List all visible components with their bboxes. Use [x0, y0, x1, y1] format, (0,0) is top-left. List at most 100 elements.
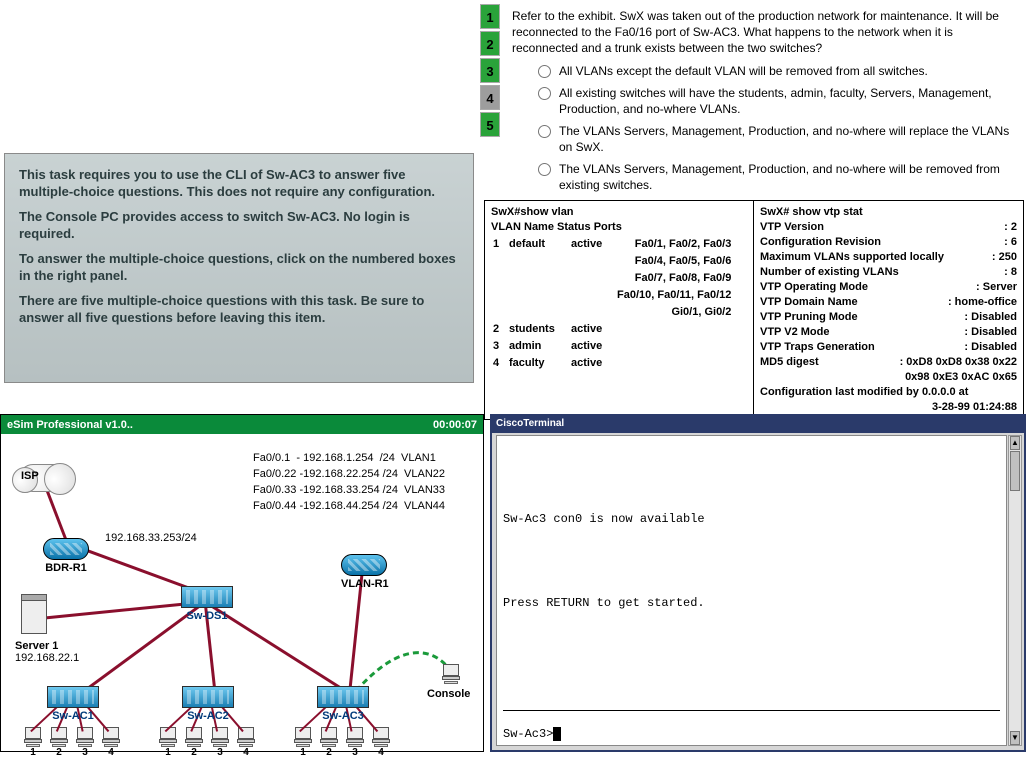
cli-right-cmd: SwX# show vtp stat [760, 206, 863, 218]
switch-icon [317, 686, 369, 708]
answer-options: All VLANs except the default VLAN will b… [532, 60, 1024, 196]
switch-ac3-label: Sw-AC3 [317, 710, 369, 722]
router-icon [43, 538, 89, 560]
host-pc[interactable]: 1 [158, 727, 178, 758]
host-pc[interactable]: 3 [345, 727, 365, 758]
router-icon [341, 554, 387, 576]
switch-ac1-label: Sw-AC1 [47, 710, 99, 722]
switch-ds1[interactable]: Sw-DS1 [181, 586, 233, 622]
switch-ac1[interactable]: Sw-AC1 [47, 686, 99, 722]
vtp-stat-row: VTP Traps Generation: Disabled [760, 340, 1017, 355]
question-panel: 1 2 3 4 5 Refer to the exhibit. SwX was … [480, 4, 1024, 196]
option-a-radio[interactable] [538, 65, 551, 78]
cli-right-footer2: 3-28-99 01:24:88 [932, 401, 1017, 413]
vtp-stat-row: VTP Pruning Mode: Disabled [760, 310, 1017, 325]
option-c-radio[interactable] [538, 125, 551, 138]
router-bdr[interactable]: BDR-R1 [43, 538, 89, 574]
question-tab-2[interactable]: 2 [480, 31, 500, 56]
switch-icon [182, 686, 234, 708]
switch-ac2[interactable]: Sw-AC2 [182, 686, 234, 722]
instruction-p1: This task requires you to use the CLI of… [19, 166, 459, 200]
network-topology: Fa0/0.1 - 192.168.1.254 /24 VLAN1 Fa0/0.… [1, 434, 483, 752]
host-pc[interactable]: 4 [236, 727, 256, 758]
host-pc[interactable]: 4 [371, 727, 391, 758]
ip-row-4: Fa0/0.44 -192.168.44.254 /24 VLAN44 [253, 498, 445, 514]
esim-title-text: eSim Professional v1.0.. [7, 419, 133, 431]
esim-panel: eSim Professional v1.0.. 00:00:07 [0, 414, 484, 752]
host-pc[interactable]: 3 [75, 727, 95, 758]
server-name-label: Server 1 [15, 640, 58, 652]
pc-label: 3 [210, 747, 230, 758]
ip-row-2: Fa0/0.22 -192.168.22.254 /24 VLAN22 [253, 466, 445, 482]
question-tab-1[interactable]: 1 [480, 4, 500, 29]
vlan-row: Fa0/10, Fa0/11, Fa0/12 [493, 288, 737, 303]
host-pc[interactable]: 4 [101, 727, 121, 758]
esim-timer: 00:00:07 [433, 419, 477, 431]
cli-exhibit: SwX#show vlan VLAN Name Status Ports 1de… [484, 200, 1024, 420]
switch-ds1-label: Sw-DS1 [181, 610, 233, 622]
scroll-thumb[interactable] [1010, 451, 1020, 491]
vtp-stat-row: 0x98 0xE3 0xAC 0x65 [760, 370, 1017, 385]
cli-right-footer1: Configuration last modified by 0.0.0.0 a… [760, 386, 968, 398]
vtp-stat-row: VTP Operating Mode: Server [760, 280, 1017, 295]
esim-titlebar: eSim Professional v1.0.. 00:00:07 [1, 415, 483, 434]
option-b-radio[interactable] [538, 87, 551, 100]
pc-label: 4 [371, 747, 391, 758]
host-pc[interactable]: 3 [210, 727, 230, 758]
switch-icon [47, 686, 99, 708]
instruction-p2: The Console PC provides access to switch… [19, 208, 459, 242]
host-pc[interactable]: 2 [49, 727, 69, 758]
host-pc[interactable]: 2 [184, 727, 204, 758]
pc-label: 4 [236, 747, 256, 758]
router-vlanr-label: VLAN-R1 [341, 578, 389, 590]
terminal-body[interactable]: Sw-Ac3 con0 is now available Press RETUR… [496, 435, 1007, 746]
bdr-ip-label: 192.168.33.253/24 [105, 532, 197, 544]
pc-label: 2 [49, 747, 69, 758]
option-c[interactable]: The VLANs Servers, Management, Productio… [532, 120, 1024, 158]
router-vlanr[interactable]: VLAN-R1 [341, 554, 389, 590]
option-d-text: The VLANs Servers, Management, Productio… [559, 161, 1018, 193]
server-1-icon[interactable] [19, 594, 49, 638]
question-tab-5[interactable]: 5 [480, 112, 500, 137]
vlan-row: 3adminactive [493, 339, 737, 354]
pc-label: 2 [184, 747, 204, 758]
switch-ac3[interactable]: Sw-AC3 [317, 686, 369, 722]
router-bdr-label: BDR-R1 [43, 562, 89, 574]
option-b[interactable]: All existing switches will have the stud… [532, 82, 1024, 120]
cli-show-vlan: SwX#show vlan VLAN Name Status Ports 1de… [485, 201, 754, 419]
cli-show-vtp: SwX# show vtp stat VTP Version: 2Configu… [754, 201, 1023, 419]
console-pc[interactable] [441, 664, 461, 684]
vtp-stat-row: VTP Version: 2 [760, 220, 1017, 235]
pc-label: 1 [158, 747, 178, 758]
scroll-down-icon[interactable]: ▼ [1010, 731, 1020, 745]
pc-label: 3 [345, 747, 365, 758]
vtp-stat-row: Maximum VLANs supported locally: 250 [760, 250, 1017, 265]
scroll-up-icon[interactable]: ▲ [1010, 436, 1020, 450]
switch-ac2-label: Sw-AC2 [182, 710, 234, 722]
pc-label: 1 [293, 747, 313, 758]
pc-label: 3 [75, 747, 95, 758]
option-a[interactable]: All VLANs except the default VLAN will b… [532, 60, 1024, 82]
vlan-row: 2studentsactive [493, 322, 737, 337]
pc-label: 2 [319, 747, 339, 758]
question-tab-4[interactable]: 4 [480, 85, 500, 110]
vlan-row: Fa0/4, Fa0/5, Fa0/6 [493, 254, 737, 269]
terminal-scrollbar[interactable]: ▲ ▼ [1008, 435, 1022, 746]
pc-label: 4 [101, 747, 121, 758]
option-d[interactable]: The VLANs Servers, Management, Productio… [532, 158, 1024, 196]
host-pc[interactable]: 2 [319, 727, 339, 758]
vlan-row: Gi0/1, Gi0/2 [493, 305, 737, 320]
host-pc[interactable]: 1 [293, 727, 313, 758]
vlan-row: Fa0/7, Fa0/8, Fa0/9 [493, 271, 737, 286]
vlan-row: 4facultyactive [493, 356, 737, 371]
instruction-p4: There are five multiple-choice questions… [19, 292, 459, 326]
vtp-stat-row: Configuration Revision: 6 [760, 235, 1017, 250]
ip-row-1: Fa0/0.1 - 192.168.1.254 /24 VLAN1 [253, 450, 445, 466]
instruction-p3: To answer the multiple-choice questions,… [19, 250, 459, 284]
option-d-radio[interactable] [538, 163, 551, 176]
console-label: Console [427, 688, 470, 700]
host-pc[interactable]: 1 [23, 727, 43, 758]
question-tab-3[interactable]: 3 [480, 58, 500, 83]
terminal-titlebar: CiscoTerminal [492, 416, 1024, 433]
vtp-stat-row: VTP Domain Name: home-office [760, 295, 1017, 310]
